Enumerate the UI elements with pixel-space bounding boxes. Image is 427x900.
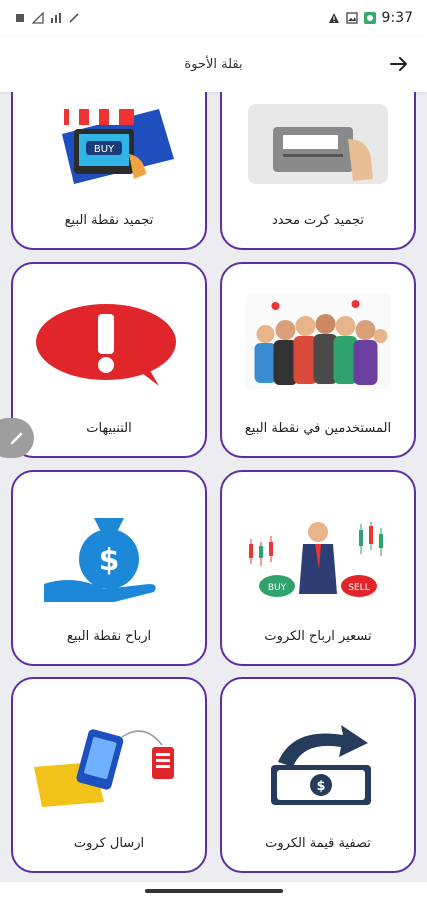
status-time: 9:37: [381, 10, 413, 26]
sim-icon: [32, 12, 44, 24]
card-alerts[interactable]: التنبيهات: [11, 262, 207, 458]
status-right: 9:37: [328, 10, 413, 26]
page-title: بقلة الأحوة: [184, 56, 243, 72]
pencil-icon: [10, 432, 23, 445]
users-group-icon: [245, 294, 391, 389]
home-indicator[interactable]: [144, 889, 283, 893]
sell-text: SELL: [348, 583, 369, 593]
card-label: المستخدمين في نقطة البيع: [244, 421, 392, 436]
card-label: تجميد كرت محدد: [271, 213, 365, 228]
card-label: تسعير ارباح الكروت: [264, 629, 372, 644]
card-send-cards[interactable]: ارسال كروت: [11, 677, 207, 873]
buy-text: BUY: [94, 144, 115, 155]
app-icon: [363, 12, 376, 24]
card-freeze-card[interactable]: تجميد كرت محدد: [220, 92, 416, 250]
card-freeze-pos[interactable]: BUY تجميد نقطة البيع: [11, 92, 207, 250]
shop-buy-icon: BUY: [62, 109, 174, 184]
phone-send-icon: [34, 729, 174, 807]
svg-text:$: $: [99, 543, 120, 578]
card-label: ارسال كروت: [73, 836, 145, 851]
gesture-nav-bar: [0, 882, 427, 900]
pen-icon: [69, 13, 79, 23]
signal-icon: [51, 13, 61, 23]
status-left: [14, 12, 80, 24]
card-profit-pricing[interactable]: BUY SELL تسعير ارباح الكروت: [220, 470, 416, 666]
alert-bubble-icon: [36, 304, 176, 386]
card-liquidate-card-value[interactable]: $ تصفية قيمة الكروت: [220, 677, 416, 873]
money-bag-icon: $: [44, 518, 156, 602]
svg-text:$: $: [316, 779, 325, 794]
cards-grid: تجميد كرت محدد BUY تجميد نقطة البيع المس…: [0, 92, 427, 882]
trading-chart-icon: BUY SELL: [249, 522, 383, 597]
card-label: تصفية قيمة الكروت: [265, 836, 371, 851]
status-bar: 9:37: [0, 0, 427, 36]
app-bar: بقلة الأحوة: [0, 36, 427, 92]
money-arrow-icon: $: [271, 725, 371, 805]
warning-icon: [328, 13, 339, 23]
card-pos-profits[interactable]: $ ارباح نقطة البيع: [11, 470, 207, 666]
card-reader-icon: [248, 104, 388, 184]
card-label: التنبيهات: [86, 421, 132, 436]
image-icon: [345, 12, 358, 24]
arrow-right-icon: [390, 57, 407, 71]
buy-text-2: BUY: [268, 583, 287, 593]
card-label: ارباح نقطة البيع: [66, 629, 152, 644]
notification-icon: [16, 14, 24, 22]
card-pos-users[interactable]: المستخدمين في نقطة البيع: [220, 262, 416, 458]
back-button[interactable]: [385, 50, 413, 78]
card-label: تجميد نقطة البيع: [64, 213, 154, 228]
